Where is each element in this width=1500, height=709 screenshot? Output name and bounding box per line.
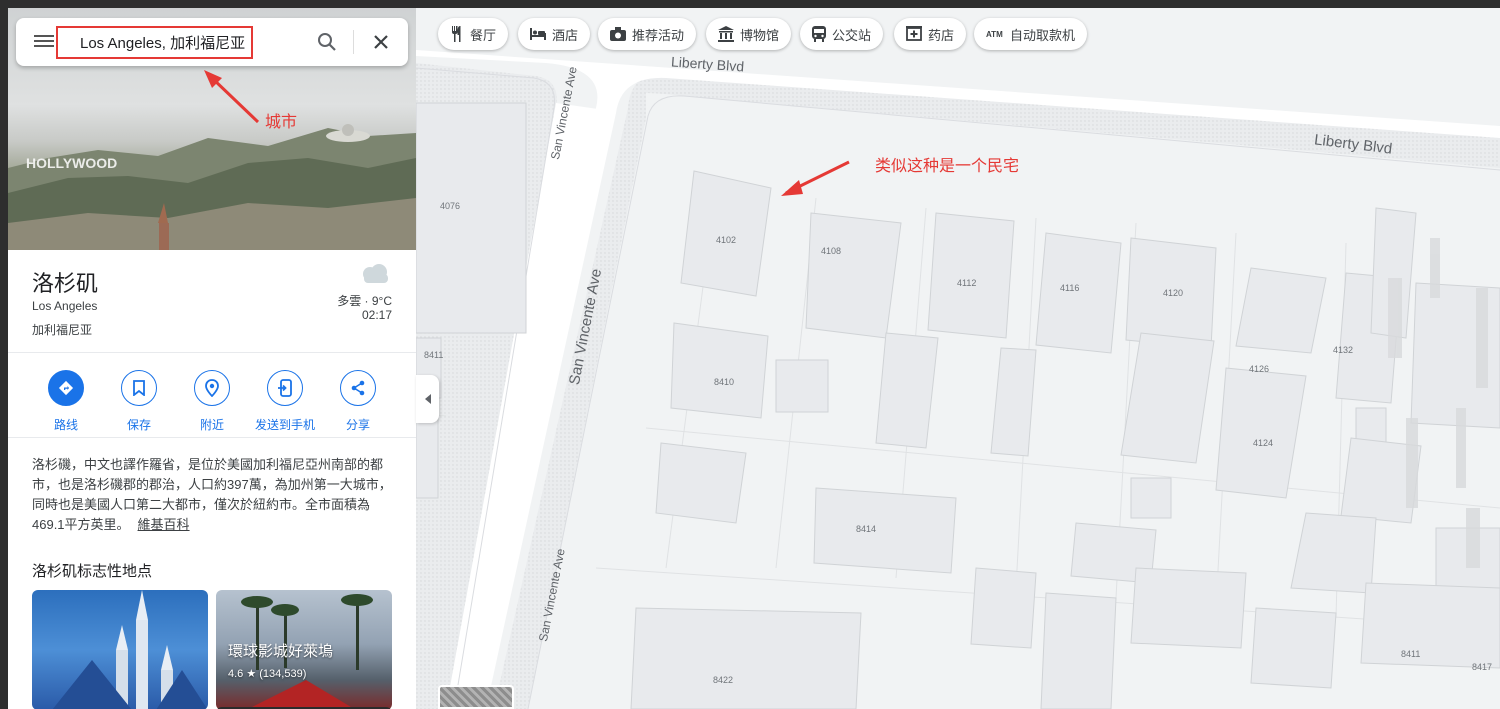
send-to-phone-icon xyxy=(267,370,303,406)
weather-text: 多雲 · 9°C xyxy=(337,294,392,308)
house-number: 8414 xyxy=(856,524,877,534)
action-label: 分享 xyxy=(345,418,370,432)
chip-transit[interactable]: 公交站 xyxy=(800,18,884,50)
annotation-house-label: 类似这种是一个民宅 xyxy=(875,158,1020,175)
house-number: 4112 xyxy=(957,278,977,288)
chip-label: 餐厅 xyxy=(470,27,497,43)
bookmark-icon xyxy=(121,370,157,406)
search-input[interactable] xyxy=(56,26,253,59)
directions-icon xyxy=(48,370,84,406)
directions-button[interactable]: 路线 xyxy=(26,370,106,433)
atm-icon: ATM xyxy=(986,29,1004,39)
house-number: 4076 xyxy=(440,201,461,211)
share-icon xyxy=(340,370,376,406)
place-region: 加利福尼亚 xyxy=(32,323,93,337)
house-number: 8422 xyxy=(713,675,734,685)
hotel-icon xyxy=(530,28,546,40)
house-number: 8411 xyxy=(1401,649,1421,659)
chip-activities[interactable]: 推荐活动 xyxy=(598,18,697,50)
map-canvas[interactable]: Li Liberty Blvd Liberty Blvd San Vincent… xyxy=(416,8,1500,709)
divider xyxy=(8,437,416,438)
house-number: 4102 xyxy=(716,235,737,245)
chip-hotel[interactable]: 酒店 xyxy=(518,18,591,50)
annotation-arrow-city xyxy=(204,70,260,124)
chip-label: 酒店 xyxy=(552,27,579,43)
landmark-card-universal[interactable]: 環球影城好萊塢 4.6 ★ (134,539) xyxy=(216,590,392,709)
castle-photo xyxy=(52,590,208,709)
chevron-left-icon xyxy=(424,394,431,404)
annotation-arrow-house xyxy=(781,160,850,196)
landmark-card-title: 環球影城好萊塢 xyxy=(228,643,334,660)
chip-atm[interactable]: ATM 自动取款机 xyxy=(974,18,1088,50)
collapse-panel-button[interactable] xyxy=(416,375,439,423)
chip-label: 药店 xyxy=(928,27,955,43)
weather-time: 02:17 xyxy=(361,308,392,322)
landmark-card-rating: 4.6 ★ (134,539) xyxy=(228,668,307,680)
house-number: 4124 xyxy=(1253,438,1274,448)
close-icon[interactable] xyxy=(370,31,392,53)
house-number: 8411 xyxy=(424,350,444,360)
menu-icon[interactable] xyxy=(34,32,54,52)
action-label: 发送到手机 xyxy=(254,418,315,432)
street-view-thumbnail[interactable] xyxy=(438,685,514,709)
house-number: 4132 xyxy=(1333,345,1354,355)
landmark-card-disneyland[interactable] xyxy=(32,590,208,709)
action-label: 附近 xyxy=(199,418,224,432)
museum-icon xyxy=(718,26,734,42)
save-button[interactable]: 保存 xyxy=(99,370,179,433)
transit-icon xyxy=(812,26,826,42)
chip-label: 公交站 xyxy=(832,27,872,43)
wikipedia-link[interactable]: 維基百科 xyxy=(138,517,190,532)
place-title: 洛杉矶 xyxy=(32,271,99,296)
camera-icon xyxy=(610,27,626,41)
send-to-phone-button[interactable]: 发送到手机 xyxy=(245,370,325,433)
house-number: 8417 xyxy=(1472,662,1493,672)
nearby-button[interactable]: 附近 xyxy=(172,370,252,433)
restaurant-icon xyxy=(450,26,464,42)
chip-label: 博物馆 xyxy=(740,27,780,43)
chip-label: 推荐活动 xyxy=(632,27,685,43)
annotation-city-label: 城市 xyxy=(265,114,298,131)
place-subtitle: Los Angeles xyxy=(32,299,98,313)
action-label: 路线 xyxy=(53,418,78,432)
search-box xyxy=(16,18,408,66)
chip-label: 自动取款机 xyxy=(1010,27,1076,43)
divider xyxy=(8,352,416,353)
chip-pharmacy[interactable]: 药店 xyxy=(894,18,967,50)
search-separator xyxy=(353,30,354,54)
chip-restaurant[interactable]: 餐厅 xyxy=(438,18,509,50)
share-button[interactable]: 分享 xyxy=(318,370,398,433)
search-icon[interactable] xyxy=(316,31,338,53)
house-number: 4116 xyxy=(1060,283,1080,293)
cloudy-icon xyxy=(358,262,392,291)
svg-text:ATM: ATM xyxy=(986,30,1003,39)
nearby-icon xyxy=(194,370,230,406)
svg-text:HOLLYWOOD: HOLLYWOOD xyxy=(26,155,117,171)
house-number: 4108 xyxy=(821,246,842,256)
house-number: 4120 xyxy=(1163,288,1184,298)
place-description: 洛杉磯，中文也譯作羅省，是位於美國加利福尼亞州南部的都市，也是洛杉磯郡的郡治，人… xyxy=(32,455,397,535)
description-text: 洛杉磯，中文也譯作羅省，是位於美國加利福尼亞州南部的都市，也是洛杉磯郡的郡治，人… xyxy=(32,457,392,532)
house-number: 8410 xyxy=(714,377,735,387)
chip-museum[interactable]: 博物馆 xyxy=(706,18,792,50)
pharmacy-icon xyxy=(906,26,922,42)
action-label: 保存 xyxy=(126,418,151,432)
landmarks-title: 洛杉矶标志性地点 xyxy=(32,563,153,580)
house-number: 4126 xyxy=(1249,364,1270,374)
